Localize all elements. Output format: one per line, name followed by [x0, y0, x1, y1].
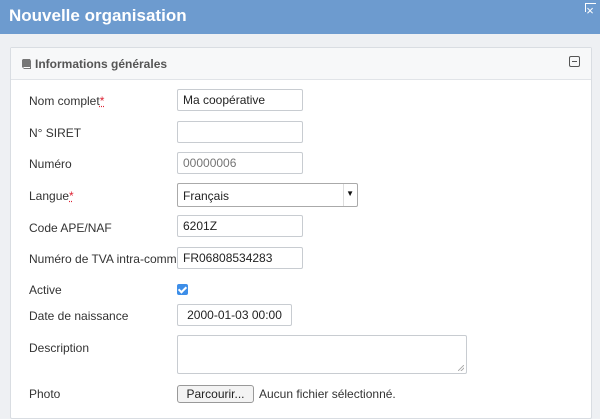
- langue-select[interactable]: Français ▼: [177, 183, 358, 207]
- langue-label: Langue*: [29, 189, 74, 203]
- close-button[interactable]: ×: [582, 3, 598, 19]
- panel-title: Informations générales: [35, 57, 168, 71]
- langue-label-text: Langue: [29, 189, 70, 203]
- collapse-icon[interactable]: [569, 56, 580, 67]
- description-label: Description: [29, 341, 90, 355]
- numero-input[interactable]: [177, 152, 303, 174]
- date-naissance-label: Date de naissance: [29, 309, 129, 323]
- tva-input[interactable]: [177, 247, 303, 269]
- date-naissance-input[interactable]: [177, 304, 292, 326]
- dialog-titlebar: Nouvelle organisation ×: [0, 0, 600, 34]
- code-ape-input[interactable]: [177, 215, 303, 237]
- required-mark: *: [69, 189, 74, 203]
- browse-button[interactable]: Parcourir...: [177, 385, 254, 403]
- panel-header[interactable]: Informations générales: [11, 48, 591, 80]
- siret-label: N° SIRET: [29, 126, 82, 140]
- book-icon: [22, 59, 31, 69]
- nom-complet-input[interactable]: [177, 89, 303, 111]
- nom-complet-label-text: Nom complet: [29, 94, 100, 108]
- code-ape-label: Code APE/NAF: [29, 221, 112, 235]
- tva-label: Numéro de TVA intra-comm...: [29, 252, 187, 266]
- active-label: Active: [29, 283, 62, 297]
- active-checkbox[interactable]: [177, 284, 188, 295]
- langue-selected-value: Français: [183, 189, 230, 203]
- siret-input[interactable]: [177, 121, 303, 143]
- file-status-text: Aucun fichier sélectionné.: [259, 387, 396, 401]
- required-mark: *: [99, 94, 105, 108]
- dialog-title: Nouvelle organisation: [9, 6, 187, 25]
- chevron-down-icon: ▼: [346, 189, 354, 198]
- photo-label: Photo: [29, 387, 61, 401]
- description-textarea[interactable]: [177, 335, 467, 374]
- numero-label: Numéro: [29, 157, 72, 171]
- nom-complet-label: Nom complet*: [29, 94, 104, 108]
